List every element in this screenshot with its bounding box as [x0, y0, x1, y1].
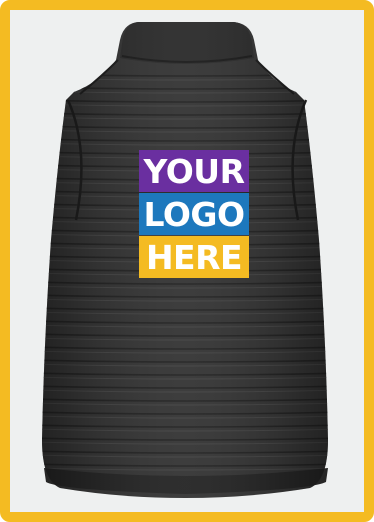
- logo-line-your: YOUR: [139, 150, 249, 192]
- image-frame: YOUR LOGO HERE: [0, 0, 374, 522]
- logo-line-here: HERE: [139, 236, 249, 278]
- your-logo-here-badge: YOUR LOGO HERE: [139, 150, 249, 278]
- logo-line-logo: LOGO: [139, 193, 249, 235]
